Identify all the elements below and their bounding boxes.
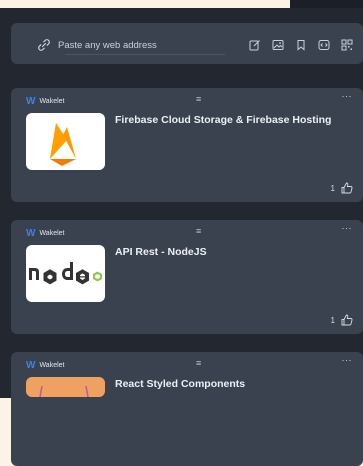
nodejs-logo <box>29 262 102 285</box>
url-input[interactable]: Paste any web address <box>37 38 157 52</box>
react-thumbnail <box>39 385 89 397</box>
card-source-name: Wakelet <box>39 229 65 237</box>
qr-icon[interactable] <box>339 37 355 53</box>
card-thumbnail[interactable] <box>26 113 105 170</box>
firebase-icon <box>50 123 76 166</box>
window-strip-dark <box>290 0 363 8</box>
card-thumbnail[interactable] <box>26 245 105 302</box>
card-source: W Wakelet <box>26 227 64 239</box>
add-link-bar: Paste any web address <box>11 23 363 64</box>
drag-handle-icon[interactable]: ≡ <box>196 226 201 236</box>
card-title[interactable]: Firebase Cloud Storage & Firebase Hostin… <box>115 114 331 126</box>
embed-icon[interactable] <box>316 37 332 53</box>
wakelet-logo-icon: W <box>26 359 36 371</box>
card-source-name: Wakelet <box>39 97 65 105</box>
thumbs-up-icon <box>341 182 353 194</box>
image-icon[interactable] <box>270 37 286 53</box>
bookmark-card[interactable]: W Wakelet ≡ ··· React Styled Components <box>11 352 363 466</box>
like-button[interactable]: 1 <box>331 182 353 194</box>
url-placeholder: Paste any web address <box>58 39 157 51</box>
card-title[interactable]: API Rest - NodeJS <box>115 246 207 258</box>
card-source-name: Wakelet <box>39 361 65 369</box>
note-icon[interactable] <box>247 37 263 53</box>
card-title[interactable]: React Styled Components <box>115 378 245 390</box>
card-thumbnail[interactable] <box>26 377 105 397</box>
card-source: W Wakelet <box>26 95 64 107</box>
like-count: 1 <box>330 315 335 325</box>
more-options-icon[interactable]: ··· <box>342 355 353 365</box>
bookmark-icon[interactable] <box>293 37 309 53</box>
drag-handle-icon[interactable]: ≡ <box>196 94 201 104</box>
bookmark-card[interactable]: W Wakelet ≡ ··· API Rest - NodeJS 1 <box>11 220 363 334</box>
more-options-icon[interactable]: ··· <box>342 91 353 101</box>
more-options-icon[interactable]: ··· <box>342 223 353 233</box>
bookmark-card[interactable]: W Wakelet ≡ ··· Firebase Cloud Storage &… <box>11 88 363 202</box>
drag-handle-icon[interactable]: ≡ <box>196 358 201 368</box>
wakelet-logo-icon: W <box>26 227 36 239</box>
thumbs-up-icon <box>341 314 353 326</box>
like-count: 1 <box>330 183 335 193</box>
like-button[interactable]: 1 <box>331 314 353 326</box>
url-underline <box>65 54 225 55</box>
card-source: W Wakelet <box>26 359 64 371</box>
add-toolbar <box>247 37 355 53</box>
wakelet-logo-icon: W <box>26 95 36 107</box>
link-icon <box>38 39 50 51</box>
window-strip <box>0 0 290 8</box>
